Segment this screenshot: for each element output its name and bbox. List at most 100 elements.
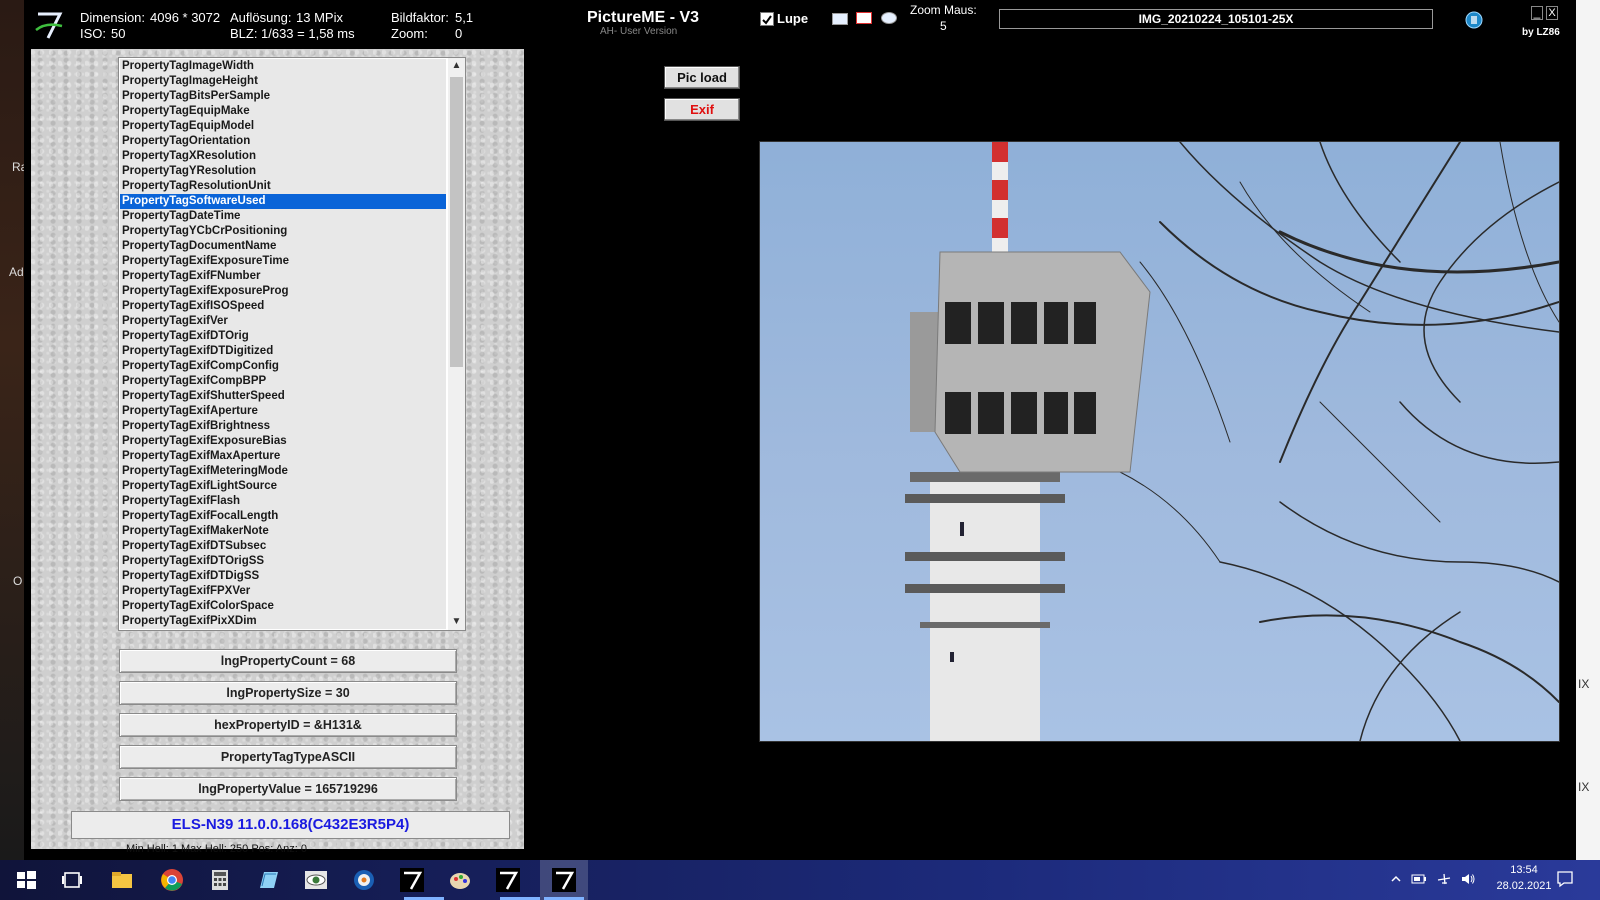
pictureme-icon[interactable] — [400, 868, 424, 892]
zoom-label: Zoom: — [391, 26, 428, 41]
list-item[interactable]: PropertyTagExifExposureTime — [120, 254, 446, 269]
airplane-mode-icon[interactable] — [1436, 871, 1452, 887]
clock-time[interactable]: 13:54 — [1484, 864, 1564, 876]
app-logo-icon — [34, 8, 64, 42]
filename-field[interactable]: IMG_20210224_105101-25X — [999, 9, 1433, 29]
property-type-field: PropertyTagTypeASCII — [119, 745, 457, 769]
list-item[interactable]: PropertyTagExifCompConfig — [120, 359, 446, 374]
battery-icon[interactable] — [1411, 872, 1427, 886]
pictureme-icon[interactable] — [496, 868, 520, 892]
scroll-down-icon[interactable]: ▼ — [448, 614, 465, 630]
list-item[interactable]: PropertyTagImageWidth — [120, 59, 446, 74]
file-explorer-icon[interactable] — [110, 868, 134, 892]
list-item[interactable]: PropertyTagBitsPerSample — [120, 89, 446, 104]
list-item[interactable]: PropertyTagExifMaxAperture — [120, 449, 446, 464]
list-item[interactable]: PropertyTagExifMeteringMode — [120, 464, 446, 479]
bildfaktor-label: Bildfaktor: — [391, 10, 449, 25]
shape-ellipse-button[interactable] — [881, 12, 897, 24]
list-item[interactable]: PropertyTagExifFNumber — [120, 269, 446, 284]
list-item[interactable]: PropertyTagExifBrightness — [120, 419, 446, 434]
clock-date[interactable]: 28.02.2021 — [1484, 880, 1564, 892]
list-item[interactable]: PropertyTagExifLightSource — [120, 479, 446, 494]
tower-photo — [905, 142, 1559, 741]
desktop-label: IX — [1578, 780, 1590, 794]
list-item[interactable]: PropertyTagExifExposureProg — [120, 284, 446, 299]
notification-icon[interactable] — [1556, 870, 1574, 888]
list-item[interactable]: PropertyTagEquipMake — [120, 104, 446, 119]
lupe-checkbox[interactable] — [760, 12, 774, 26]
pic-load-button[interactable]: Pic load — [664, 66, 740, 89]
list-item[interactable]: PropertyTagOrientation — [120, 134, 446, 149]
app-subtitle: AH- User Version — [600, 26, 678, 37]
list-item[interactable]: PropertyTagExifDTDigitized — [120, 344, 446, 359]
list-item[interactable]: PropertyTagXResolution — [120, 149, 446, 164]
desktop-background-left — [0, 0, 24, 860]
list-item[interactable]: PropertyTagImageHeight — [120, 74, 446, 89]
list-item[interactable]: PropertyTagExifDTOrigSS — [120, 554, 446, 569]
media-icon[interactable] — [352, 868, 376, 892]
desktop-label: O — [13, 574, 23, 588]
minimize-button[interactable]: _ — [1531, 6, 1543, 20]
list-item[interactable]: PropertyTagExifVer — [120, 314, 446, 329]
image-preview[interactable] — [759, 141, 1560, 742]
list-item[interactable]: PropertyTagExifISOSpeed — [120, 299, 446, 314]
property-count-field: lngPropertyCount = 68 — [119, 649, 457, 673]
list-item[interactable]: PropertyTagExifCompBPP — [120, 374, 446, 389]
list-item[interactable]: PropertyTagExifShutterSpeed — [120, 389, 446, 404]
list-item[interactable]: PropertyTagDocumentName — [120, 239, 446, 254]
resolution-value: 13 MPix — [296, 10, 343, 25]
brightness-status-row: Min Hell: 1 Max Hell: 250 Pos: Anz: 0 — [126, 843, 307, 855]
desktop-background-right — [1576, 0, 1600, 860]
property-list: PropertyTagImageWidth PropertyTagImageHei… — [120, 59, 446, 629]
windows-taskbar — [0, 860, 1600, 900]
credit-label: by LZ86 — [1522, 27, 1560, 38]
list-item[interactable]: PropertyTagExifDTOrig — [120, 329, 446, 344]
property-size-field: lngPropertySize = 30 — [119, 681, 457, 705]
list-item[interactable]: PropertyTagExifDTSubsec — [120, 539, 446, 554]
volume-icon[interactable] — [1460, 871, 1476, 887]
list-item[interactable]: PropertyTagExifFocalLength — [120, 509, 446, 524]
lupe-label: Lupe — [777, 11, 809, 26]
chrome-icon[interactable] — [160, 868, 184, 892]
list-scrollbar[interactable]: ▲ ▼ — [448, 58, 465, 630]
paint-icon[interactable] — [448, 868, 472, 892]
bildfaktor-value: 5,1 — [455, 10, 474, 25]
list-item[interactable]: PropertyTagYCbCrPositioning — [120, 224, 446, 239]
pictureme-icon[interactable] — [552, 868, 576, 892]
eye-app-icon[interactable] — [304, 868, 328, 892]
shape-rect-red-button[interactable] — [856, 12, 872, 24]
list-item[interactable]: PropertyTagExifExposureBias — [120, 434, 446, 449]
scroll-thumb[interactable] — [450, 77, 463, 367]
globe-icon[interactable] — [1464, 10, 1484, 30]
list-item[interactable]: PropertyTagExifDTDigSS — [120, 569, 446, 584]
task-view-icon[interactable] — [60, 868, 84, 892]
chevron-up-icon[interactable] — [1390, 873, 1402, 885]
shape-rect-button[interactable] — [832, 13, 848, 25]
start-icon[interactable] — [14, 868, 38, 892]
list-item[interactable]: PropertyTagYResolution — [120, 164, 446, 179]
list-item[interactable]: PropertyTagSoftwareUsed — [120, 194, 446, 209]
list-item[interactable]: PropertyTagExifAperture — [120, 404, 446, 419]
exif-button[interactable]: Exif — [664, 98, 740, 121]
app-title: PictureME - V3 — [587, 9, 700, 26]
list-item[interactable]: PropertyTagExifColorSpace — [120, 599, 446, 614]
list-item[interactable]: PropertyTagExifFPXVer — [120, 584, 446, 599]
property-listbox[interactable]: PropertyTagImageWidth PropertyTagImageHei… — [118, 57, 466, 631]
desktop-label: Ad — [9, 265, 24, 279]
blz-value: 1/633 = 1,58 ms — [261, 26, 355, 41]
list-item[interactable]: PropertyTagExifFlash — [120, 494, 446, 509]
list-item[interactable]: PropertyTagExifPixXDim — [120, 614, 446, 629]
property-value-field: lngPropertyValue = 165719296 — [119, 777, 457, 801]
list-item[interactable]: PropertyTagDateTime — [120, 209, 446, 224]
notepad-icon[interactable] — [256, 868, 280, 892]
calculator-icon[interactable] — [208, 868, 232, 892]
list-item[interactable]: PropertyTagExifMakerNote — [120, 524, 446, 539]
zoom-maus-label: Zoom Maus: — [910, 3, 977, 17]
iso-value: 50 — [111, 26, 126, 41]
resolution-label: Auflösung: — [230, 10, 292, 25]
close-button[interactable]: X — [1546, 6, 1558, 20]
list-item[interactable]: PropertyTagResolutionUnit — [120, 179, 446, 194]
tree-branches — [1119, 142, 1559, 741]
scroll-up-icon[interactable]: ▲ — [448, 58, 465, 74]
list-item[interactable]: PropertyTagEquipModel — [120, 119, 446, 134]
